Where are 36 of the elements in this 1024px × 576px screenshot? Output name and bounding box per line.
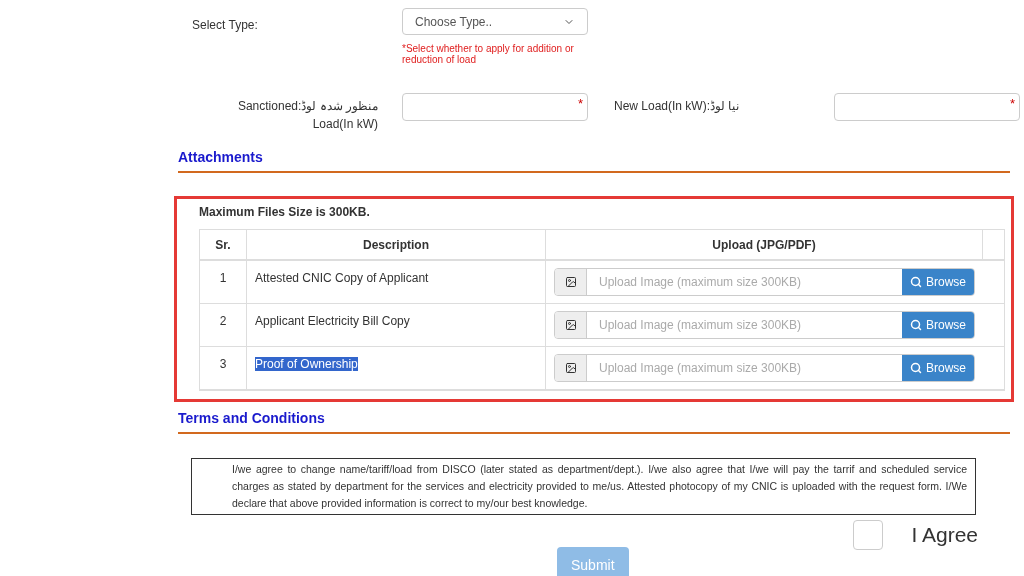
image-icon <box>564 276 577 288</box>
search-icon <box>910 319 922 331</box>
upload-field[interactable]: Upload Image (maximum size 300KB) Browse <box>554 311 975 339</box>
table-cell: Proof of Ownership <box>255 357 358 371</box>
type-select[interactable]: Choose Type.. <box>402 8 588 35</box>
table-cell-text: 2 <box>218 313 228 330</box>
size-note: Maximum Files Size is 300KB. <box>199 204 371 221</box>
field-label: Select Type: <box>191 17 259 34</box>
upload-field[interactable]: Upload Image (maximum size 300KB) Browse <box>554 354 975 382</box>
browse-button[interactable]: Browse <box>902 312 974 338</box>
upload-field[interactable]: Upload Image (maximum size 300KB) Browse <box>554 268 975 296</box>
field-label: نیا لوڈ:New Load(In kW) <box>614 98 741 115</box>
load-input[interactable]: * <box>834 93 1020 121</box>
column-header: Description <box>246 230 545 259</box>
column-header: Sr. <box>214 236 232 254</box>
image-icon <box>564 362 577 374</box>
search-icon <box>910 276 922 288</box>
column-header: Upload (JPG/PDF) <box>545 230 982 259</box>
table-cell-text: 3 <box>218 356 228 373</box>
load-input[interactable]: * <box>402 93 588 121</box>
table-cell: Applicant Electricity Bill Copy <box>255 314 410 328</box>
required-mark: * <box>1009 95 1015 113</box>
section-heading: Attachments <box>178 149 263 165</box>
required-mark: * <box>577 95 583 113</box>
agree-label: I Agree <box>911 522 978 548</box>
table-cell-text: 1 <box>218 270 228 287</box>
agree-checkbox[interactable] <box>853 519 884 550</box>
browse-button[interactable]: Browse <box>902 355 974 381</box>
table-cell: Attested CNIC Copy of Applicant <box>255 271 429 285</box>
section-heading: Terms and Conditions <box>178 410 325 426</box>
terms-box: I/we agree to change name/tariff/load from DISCO (later stated as department/dept.). I/we also agree that I/we will pay the tarrif and scheduled service charges as stated by department for the services and electricity provided to me/us. Attested photocopy of my CNIC is uploaded with the request form. I/We declare that above provided information is correct to my/our best knowledge. <box>191 458 976 515</box>
image-icon <box>564 319 577 331</box>
field-label: منظور شدہ لوڈ:Sanctioned Load(In kW) <box>236 98 378 133</box>
hint-text: *Select whether to apply for addition or reduction of load <box>402 43 575 65</box>
browse-button[interactable]: Browse <box>902 269 974 295</box>
search-icon <box>910 362 922 374</box>
